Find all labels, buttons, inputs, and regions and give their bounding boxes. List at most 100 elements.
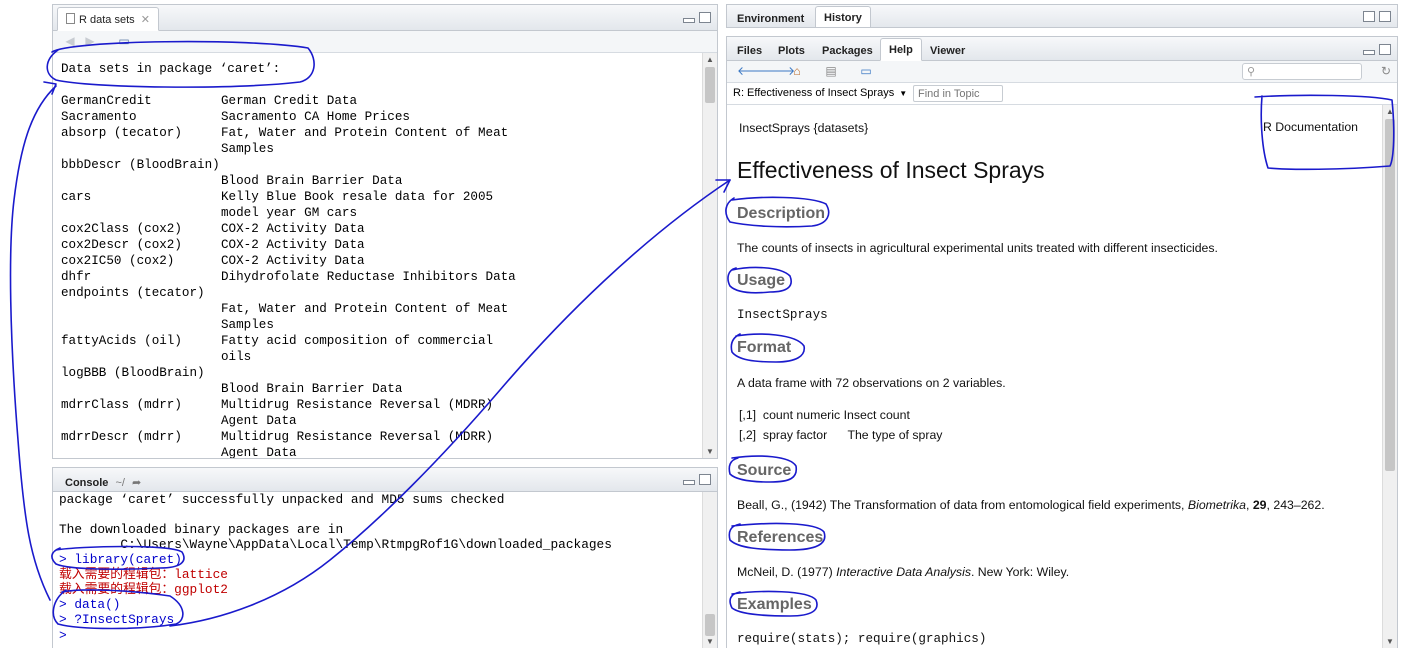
data-set-title: Fat, Water and Protein Content of Meat (221, 302, 509, 316)
refresh-icon[interactable]: ↻ (1379, 65, 1393, 78)
data-set-name: logBBB (BloodBrain) (61, 366, 205, 380)
data-set-title: Multidrug Resistance Reversal (MDRR) (221, 398, 494, 412)
data-set-name: cox2IC50 (cox2) (61, 254, 175, 268)
minimize-button[interactable] (683, 18, 695, 23)
console-label: Console (65, 477, 109, 489)
doc-topic: InsectSprays {datasets} (739, 121, 869, 135)
console-line: C:\Users\Wayne\AppData\Local\Temp\RtmpgR… (59, 537, 612, 552)
chevron-down-icon: ▼ (899, 89, 908, 98)
help-search-input[interactable]: ⚲ (1242, 63, 1362, 80)
console-line: > data() (59, 597, 121, 612)
env-pane: Environment History (726, 4, 1398, 28)
help-scroll-up-icon[interactable]: ▲ (1386, 107, 1394, 116)
topic-dropdown-label: R: Effectiveness of Insect Sprays (733, 87, 895, 99)
data-set-row: cox2IC50 (cox2) COX-2 Activity Data (61, 253, 365, 269)
console-scroll-down-icon[interactable]: ▼ (706, 637, 714, 646)
help-restore-button[interactable] (1379, 44, 1391, 55)
tab-environment[interactable]: Environment (729, 8, 812, 27)
examples-heading: Examples (737, 596, 812, 613)
annotation-arrow-curve-left (9, 85, 57, 601)
console-tabbar: Console ~/ ➦ (53, 468, 717, 492)
data-set-row: cars Kelly Blue Book resale data for 2005 (61, 189, 493, 205)
description-text: The counts of insects in agricultural ex… (737, 241, 1218, 255)
help-toolbar: 🡐 🡒 ⌂ ▤ ▭ ⚲ ↻ (727, 61, 1397, 83)
help-document: InsectSprays {datasets} R Documentation … (727, 105, 1397, 648)
data-set-title: Agent Data (221, 414, 297, 428)
env-restore-button[interactable] (1363, 11, 1375, 22)
data-set-row: Sacramento Sacramento CA Home Prices (61, 109, 410, 125)
help-scroll-down-icon[interactable]: ▼ (1386, 637, 1394, 646)
source-scroll-thumb[interactable] (705, 67, 715, 103)
data-set-name: cox2Descr (cox2) (61, 238, 182, 252)
source-text-main: Beall, G., (1942) The Transformation of … (737, 498, 1188, 512)
source-pane: R data sets ✕ ◀ ▶ ▭ Data sets in package… (52, 4, 718, 459)
document-icon (66, 13, 75, 24)
help-topic-bar: R: Effectiveness of Insect Sprays ▼ (727, 83, 1397, 105)
data-set-title: Kelly Blue Book resale data for 2005 (221, 190, 494, 204)
data-set-row: oils (61, 349, 251, 365)
data-set-name: cox2Class (cox2) (61, 222, 182, 236)
data-set-row: GermanCredit German Credit Data (61, 93, 357, 109)
help-scroll-thumb[interactable] (1385, 119, 1395, 471)
console-output[interactable]: package ‘caret’ successfully unpacked an… (59, 492, 701, 648)
print-icon[interactable]: ▤ (824, 65, 838, 78)
data-set-title: Sacramento CA Home Prices (221, 110, 410, 124)
tab-history[interactable]: History (815, 6, 871, 27)
env-tabbar: Environment History (727, 5, 1397, 27)
tab-r-data-sets[interactable]: R data sets ✕ (57, 7, 159, 31)
console-line: 载入需要的程辑包：ggplot2 (59, 582, 228, 597)
source-journal: Biometrika (1187, 498, 1246, 512)
format-heading: Format (737, 339, 792, 356)
console-scroll-thumb[interactable] (705, 614, 715, 636)
scroll-down-icon[interactable]: ▼ (706, 447, 714, 456)
data-set-row: mdrrDescr (mdrr) Multidrug Resistance Rev… (61, 429, 493, 445)
close-tab-icon[interactable]: ✕ (141, 14, 150, 26)
console-line: > ?InsectSprays (59, 612, 175, 627)
data-set-row: model year GM cars (61, 205, 357, 221)
source-scrollbar[interactable]: ▲ ▼ (702, 53, 717, 458)
source-sep: , (1245, 498, 1253, 512)
description-heading: Description (737, 205, 826, 222)
popout-icon[interactable]: ▭ (859, 65, 873, 78)
usage-text: InsectSprays (737, 308, 828, 322)
env-window-buttons (1363, 11, 1391, 22)
help-scrollbar[interactable]: ▲ ▼ (1382, 105, 1397, 648)
back-arrow-icon[interactable]: ◀ (63, 35, 77, 48)
console-line: package ‘caret’ successfully unpacked an… (59, 492, 505, 507)
ref-title: Interactive Data Analysis (836, 565, 971, 579)
home-icon[interactable]: ⌂ (790, 65, 804, 78)
help-minimize-button[interactable] (1363, 50, 1375, 55)
back-arrow-icon[interactable]: 🡐 (737, 65, 769, 78)
help-window-buttons (1363, 44, 1391, 55)
data-set-row: cox2Class (cox2) COX-2 Activity Data (61, 221, 365, 237)
doc-title: Effectiveness of Insect Sprays (737, 157, 1045, 183)
examples-code: require(stats); require(graphics) (737, 632, 987, 646)
format-row-1: [,1] count numeric Insect count (739, 408, 910, 422)
data-set-title: German Credit Data (221, 94, 358, 108)
data-set-row: dhfr Dihydrofolate Reductase Inhibitors D… (61, 269, 516, 285)
console-maximize-button[interactable] (699, 474, 711, 485)
source-tabbar: R data sets ✕ (53, 5, 717, 31)
console-minimize-button[interactable] (683, 480, 695, 485)
find-in-topic-input[interactable] (913, 85, 1003, 102)
env-maximize-button[interactable] (1379, 11, 1391, 22)
scroll-up-icon[interactable]: ▲ (706, 55, 714, 64)
console-scrollbar[interactable]: ▼ (702, 492, 717, 648)
goto-dir-icon[interactable]: ➦ (132, 477, 141, 489)
maximize-button[interactable] (699, 12, 711, 23)
console-line: > library(caret) (59, 552, 182, 567)
tab-help[interactable]: Help (880, 38, 922, 61)
source-content: Data sets in package ‘caret’: GermanCred… (53, 53, 717, 458)
topic-dropdown[interactable]: R: Effectiveness of Insect Sprays ▼ (733, 87, 907, 99)
console-line: The downloaded binary packages are in (59, 522, 344, 537)
console-line: 载入需要的程辑包：lattice (59, 567, 228, 582)
doc-label: R Documentation (1263, 120, 1359, 134)
help-pane: Files Plots Packages Help Viewer 🡐 🡒 ⌂ ▤… (726, 36, 1398, 648)
forward-arrow-icon[interactable]: 🡒 (763, 65, 795, 78)
ref-author: McNeil, D. (1977) (737, 565, 837, 579)
forward-arrow-icon[interactable]: ▶ (83, 35, 97, 48)
data-set-name: GermanCredit (61, 94, 152, 108)
data-set-name: absorp (tecator) (61, 126, 182, 140)
popout-icon[interactable]: ▭ (117, 35, 131, 48)
data-set-row: Fat, Water and Protein Content of Meat (61, 301, 508, 317)
